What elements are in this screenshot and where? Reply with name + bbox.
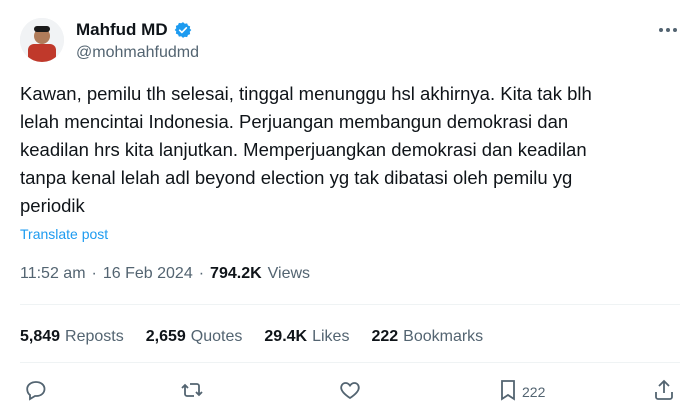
- meta-separator: ·: [198, 265, 205, 282]
- reposts-count: 5,849: [20, 328, 61, 345]
- action-bar: 222: [20, 378, 680, 408]
- bookmarks-label: Bookmarks: [403, 328, 484, 345]
- share-icon[interactable]: [652, 378, 678, 404]
- tweet-date[interactable]: 16 Feb 2024: [103, 265, 193, 283]
- engagement-stats: 5,849 Reposts 2,659 Quotes 29.4K Likes 222 B…: [20, 328, 505, 346]
- stat-quotes[interactable]: 2,659 Quotes: [146, 328, 243, 346]
- views-count: 794.2K: [210, 265, 262, 282]
- avatar[interactable]: [20, 18, 64, 62]
- translate-post-link[interactable]: Translate post: [20, 226, 108, 242]
- more-options-icon[interactable]: [656, 18, 680, 42]
- author-name-row[interactable]: Mahfud MD: [76, 20, 192, 40]
- tweet-meta: 11:52 am · 16 Feb 2024 · 794.2K Views: [20, 265, 310, 283]
- author-handle[interactable]: @mohmahfudmd: [76, 44, 199, 62]
- verified-badge-icon: [174, 21, 192, 39]
- tweet-text: Kawan, pemilu tlh selesai, tinggal menun…: [20, 83, 592, 216]
- author-name[interactable]: Mahfud MD: [76, 20, 168, 40]
- bookmark-count: 222: [522, 384, 546, 400]
- bookmark-icon[interactable]: 222: [496, 378, 545, 404]
- stat-reposts[interactable]: 5,849 Reposts: [20, 328, 124, 346]
- like-icon[interactable]: [338, 378, 364, 404]
- meta-separator: ·: [91, 265, 97, 282]
- quotes-count: 2,659: [145, 328, 186, 345]
- stat-bookmarks[interactable]: 222 Bookmarks: [371, 328, 483, 346]
- avatar-image: [20, 18, 64, 62]
- likes-count: 29.4K: [264, 328, 308, 345]
- reposts-label: Reposts: [65, 328, 124, 345]
- quotes-label: Quotes: [190, 328, 243, 345]
- divider: [20, 362, 680, 363]
- repost-icon[interactable]: [180, 378, 206, 404]
- divider: [20, 304, 680, 305]
- views-label: Views: [267, 265, 311, 282]
- bookmarks-count: 222: [371, 328, 399, 345]
- likes-label: Likes: [312, 328, 350, 345]
- tweet-time[interactable]: 11:52 am: [20, 265, 86, 283]
- reply-icon[interactable]: [24, 378, 50, 404]
- stat-likes[interactable]: 29.4K Likes: [264, 328, 349, 346]
